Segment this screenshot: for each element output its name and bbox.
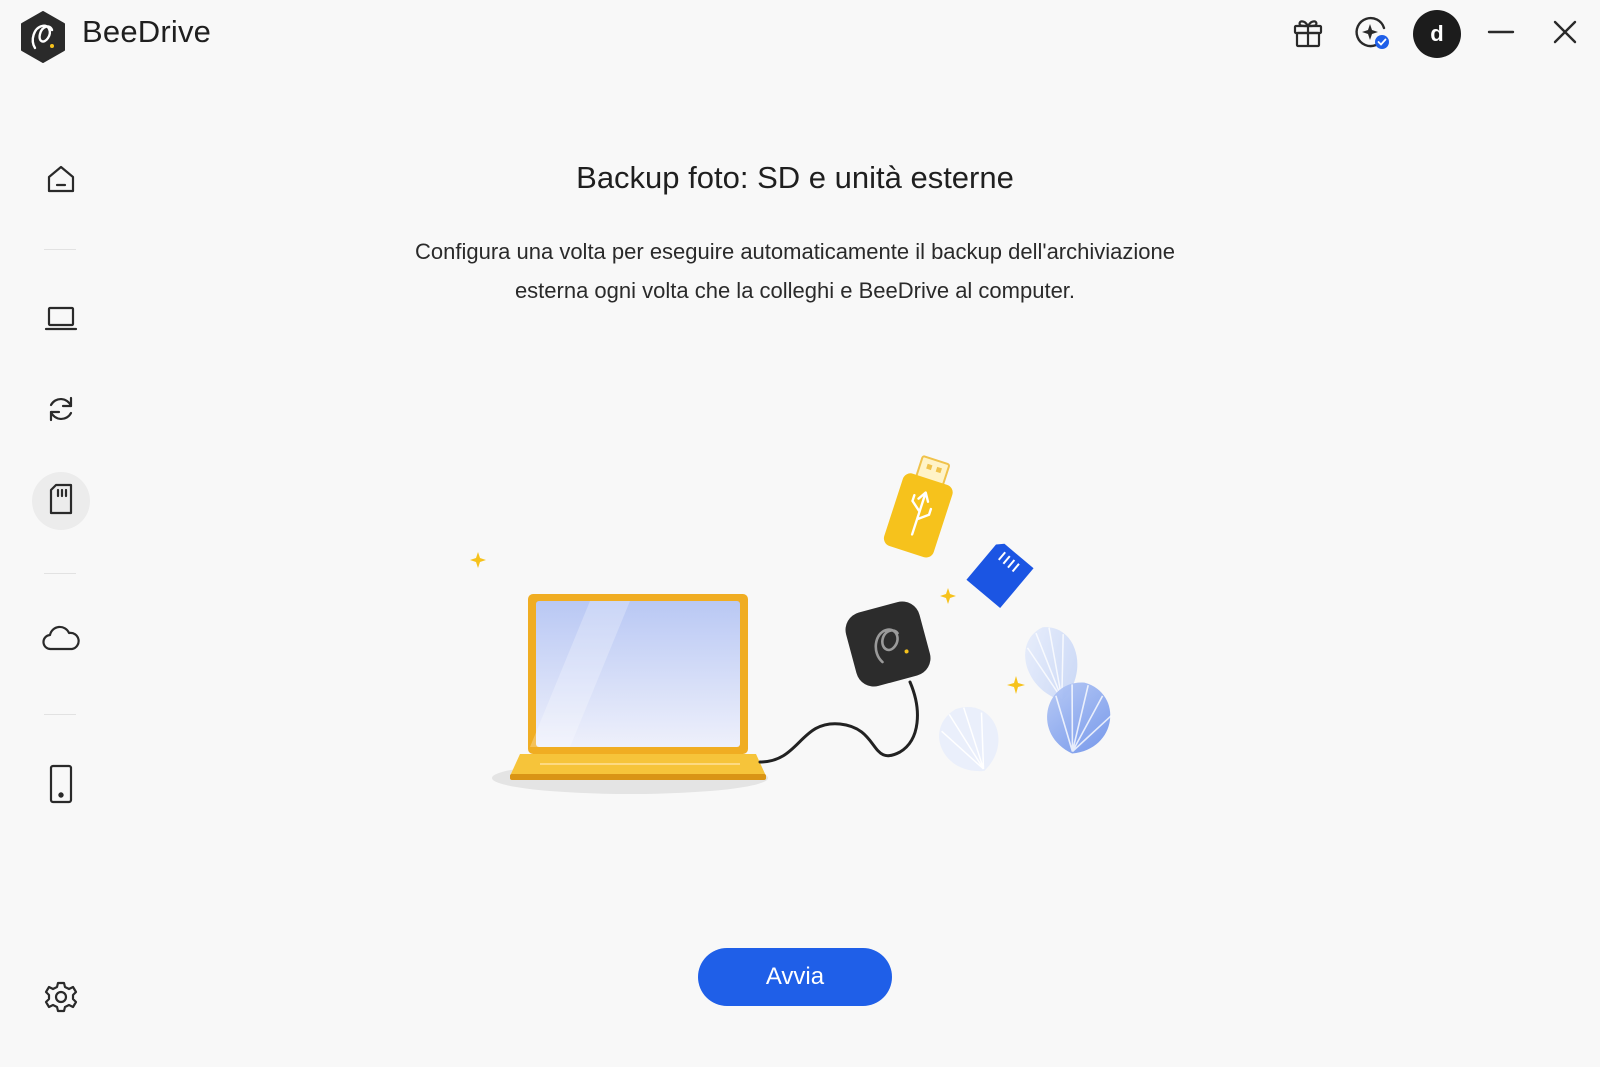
laptop-icon — [44, 304, 78, 339]
home-icon — [45, 163, 77, 200]
sidebar-item-external-backup[interactable] — [32, 472, 90, 530]
page-description: Configura una volta per eseguire automat… — [330, 232, 1260, 310]
sidebar — [0, 120, 122, 1067]
sidebar-divider — [44, 573, 76, 574]
sidebar-item-computer[interactable] — [32, 292, 90, 350]
sidebar-item-cloud[interactable] — [32, 612, 90, 670]
sync-icon — [45, 393, 77, 430]
description-line: esterna ogni volta che la colleghi e Bee… — [514, 278, 1076, 303]
title-bar: BeeDrive d — [0, 0, 1600, 70]
settings-button[interactable] — [32, 970, 90, 1028]
sidebar-item-phone[interactable] — [32, 757, 90, 815]
start-button[interactable]: Avvia — [698, 948, 892, 1006]
gear-icon — [44, 980, 78, 1019]
description-line: Configura una volta per eseguire automat… — [415, 239, 1175, 264]
backup-illustration — [470, 450, 1150, 820]
cloud-icon — [41, 624, 81, 659]
sidebar-item-sync[interactable] — [32, 382, 90, 440]
close-icon[interactable] — [1547, 14, 1583, 50]
beedrive-logo-icon — [18, 10, 68, 64]
app-title: BeeDrive — [82, 14, 212, 49]
sd-card-icon — [46, 482, 76, 521]
page-title: Backup foto: SD e unità esterne — [576, 160, 1014, 195]
minimize-icon[interactable] — [1483, 14, 1519, 50]
sidebar-item-home[interactable] — [32, 152, 90, 210]
sidebar-divider — [44, 714, 76, 715]
avatar[interactable]: d — [1413, 10, 1461, 58]
phone-icon — [48, 764, 74, 809]
sidebar-divider — [44, 249, 76, 250]
assistant-sparkle-icon[interactable] — [1354, 14, 1390, 50]
gift-icon[interactable] — [1290, 14, 1326, 50]
